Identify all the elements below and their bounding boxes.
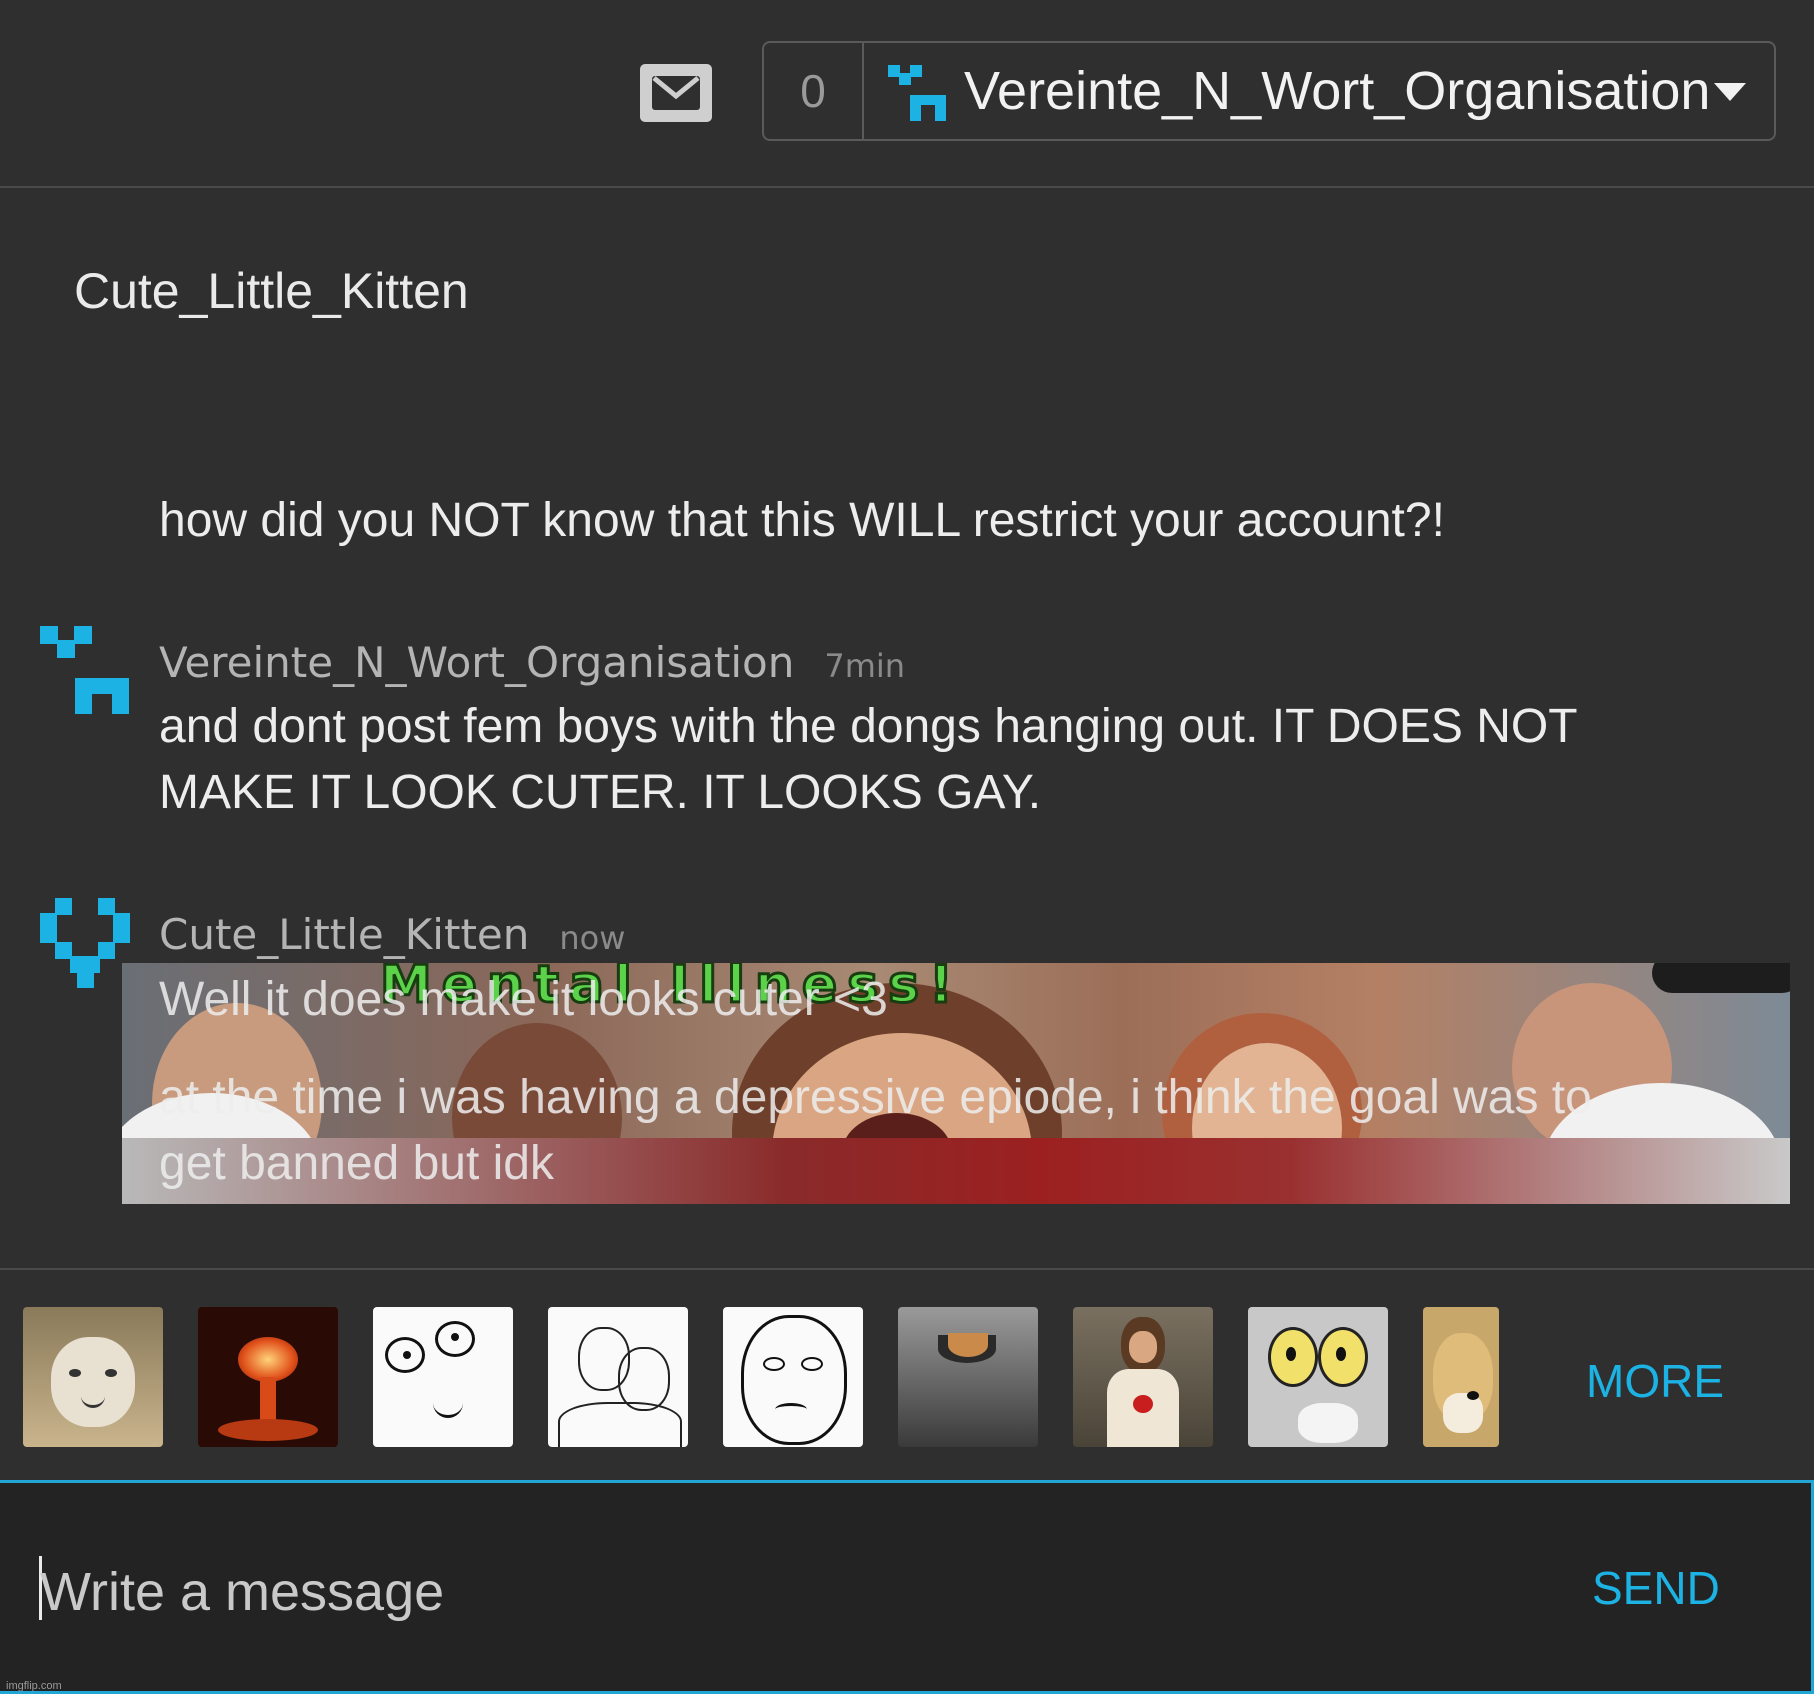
- message-line: get banned but idk: [159, 1137, 554, 1190]
- notification-count[interactable]: 0: [764, 43, 864, 139]
- message-author: Vereinte_N_Wort_Organisation 7min: [159, 638, 905, 687]
- message-timestamp: now: [559, 919, 626, 957]
- watermark: imgflip.com: [6, 1680, 62, 1692]
- meme-picker: MORE: [0, 1268, 1814, 1482]
- meme-thumbnail-nuclear-explosion[interactable]: [198, 1307, 338, 1447]
- message-text: Well it does make it looks cuter <3 at t…: [159, 967, 1749, 1197]
- message-text: how did you NOT know that this WILL rest…: [159, 494, 1445, 547]
- meme-thumbnail-i-know-that-feel-bro[interactable]: [548, 1307, 688, 1447]
- meme-thumbnail-ceiling-cat[interactable]: [898, 1307, 1038, 1447]
- message-text: and dont post fem boys with the dongs ha…: [159, 694, 1578, 826]
- message-line: and dont post fem boys with the dongs ha…: [159, 700, 1578, 753]
- meme-thumbnail-derp-rage-face[interactable]: [373, 1307, 513, 1447]
- message-input[interactable]: [38, 1553, 1442, 1631]
- meme-thumbnail-okay-face[interactable]: [723, 1307, 863, 1447]
- chevron-down-icon[interactable]: [1714, 83, 1746, 101]
- account-menu[interactable]: 0 Vereinte_N_Wort_Organisation: [762, 41, 1776, 141]
- top-bar: 0 Vereinte_N_Wort_Organisation: [0, 0, 1814, 188]
- message-line: MAKE IT LOOK CUTER. IT LOOKS GAY.: [159, 766, 1042, 819]
- message-author: Cute_Little_Kitten now: [159, 910, 625, 959]
- mail-icon[interactable]: [640, 64, 712, 122]
- user-avatar-icon: [40, 898, 130, 988]
- message-composer: SEND: [0, 1480, 1814, 1694]
- conversation-partner-name: Cute_Little_Kitten: [74, 263, 469, 319]
- meme-thumbnail-unsettled-tom[interactable]: [1248, 1307, 1388, 1447]
- author-name[interactable]: Vereinte_N_Wort_Organisation: [159, 638, 794, 687]
- more-memes-button[interactable]: MORE: [1586, 1354, 1724, 1408]
- message-line: Well it does make it looks cuter <3: [159, 973, 888, 1026]
- meme-thumbnail-happy-cat[interactable]: [23, 1307, 163, 1447]
- meme-thumbnail-buddy-christ[interactable]: [1073, 1307, 1213, 1447]
- account-avatar-icon: [888, 65, 946, 121]
- message-line: at the time i was having a depressive ep…: [159, 1071, 1592, 1124]
- message-timestamp: 7min: [824, 647, 906, 685]
- author-name[interactable]: Cute_Little_Kitten: [159, 910, 529, 959]
- send-button[interactable]: SEND: [1592, 1561, 1720, 1615]
- meme-thumbnail-doge[interactable]: [1423, 1307, 1499, 1447]
- user-avatar-icon: [40, 626, 129, 714]
- account-name: Vereinte_N_Wort_Organisation: [964, 61, 1711, 121]
